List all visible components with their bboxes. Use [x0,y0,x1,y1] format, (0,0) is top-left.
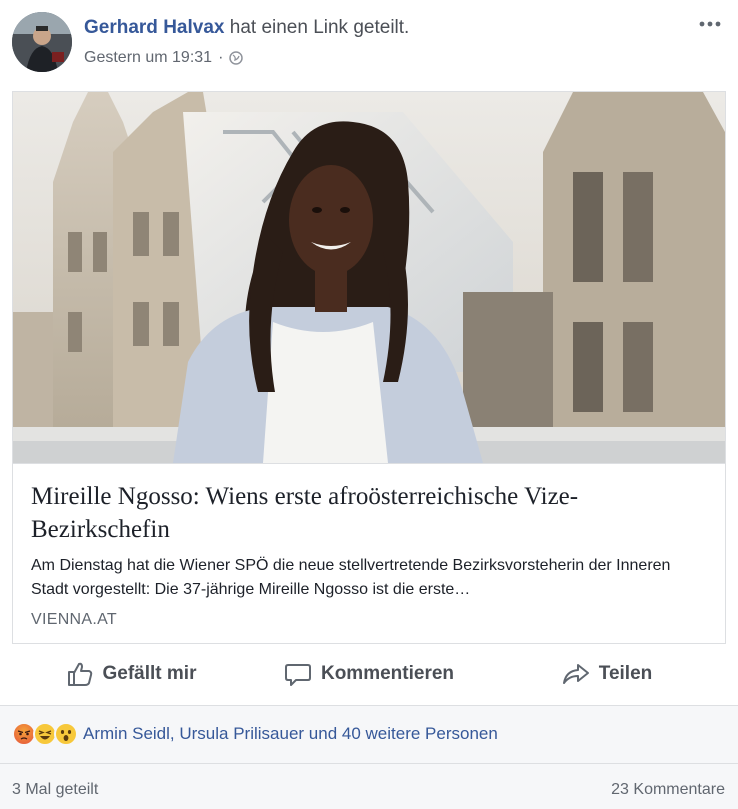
comment-icon [284,664,311,686]
shares-count-link[interactable]: 3 Mal geteilt [12,781,98,799]
link-domain: VIENNA.AT [31,611,117,628]
post-footer: Armin Seidl, Ursula Prilisauer und 40 we… [0,706,738,809]
post-meta: Gestern um 19:31 · [84,49,244,67]
comment-button[interactable]: Kommentieren [250,652,488,696]
post-header: Gerhard Halvax hat einen Link geteilt. G… [12,12,726,74]
post-action-text: hat einen Link geteilt. [224,17,410,38]
more-options-icon[interactable] [694,12,726,36]
link-preview-card[interactable]: Mireille Ngosso: Wiens erste afroösterre… [12,91,726,644]
post-timestamp[interactable]: Gestern um 19:31 [84,49,212,67]
comments-count-link[interactable]: 23 Kommentare [611,781,725,799]
reactions-names-link[interactable]: Armin Seidl, Ursula Prilisauer und 40 we… [83,724,498,744]
share-arrow-icon [562,664,589,684]
wow-reaction-icon[interactable] [54,722,78,746]
share-label: Teilen [598,663,653,684]
comment-label: Kommentieren [320,663,455,684]
thumbs-up-icon [67,662,92,686]
meta-separator: · [218,49,224,66]
footer-divider [0,763,738,764]
post-action-bar: Gefällt mir Kommentieren Teilen [12,650,726,698]
share-button[interactable]: Teilen [488,652,726,696]
like-button[interactable]: Gefällt mir [12,652,250,696]
link-preview-image[interactable] [13,92,725,463]
avatar[interactable] [12,12,72,72]
author-name-link[interactable]: Gerhard Halvax [84,17,224,38]
facebook-post: Gerhard Halvax hat einen Link geteilt. G… [0,0,738,809]
like-label: Gefällt mir [102,663,197,684]
post-author-line: Gerhard Halvax hat einen Link geteilt. [84,17,409,39]
link-preview-text[interactable]: Mireille Ngosso: Wiens erste afroösterre… [13,463,725,643]
link-description: Am Dienstag hat die Wiener SPÖ die neue … [31,557,671,598]
link-title[interactable]: Mireille Ngosso: Wiens erste afroösterre… [31,480,707,546]
globe-icon[interactable] [229,51,244,65]
reactions-summary[interactable]: Armin Seidl, Ursula Prilisauer und 40 we… [12,722,498,746]
reaction-icons[interactable] [12,722,78,746]
